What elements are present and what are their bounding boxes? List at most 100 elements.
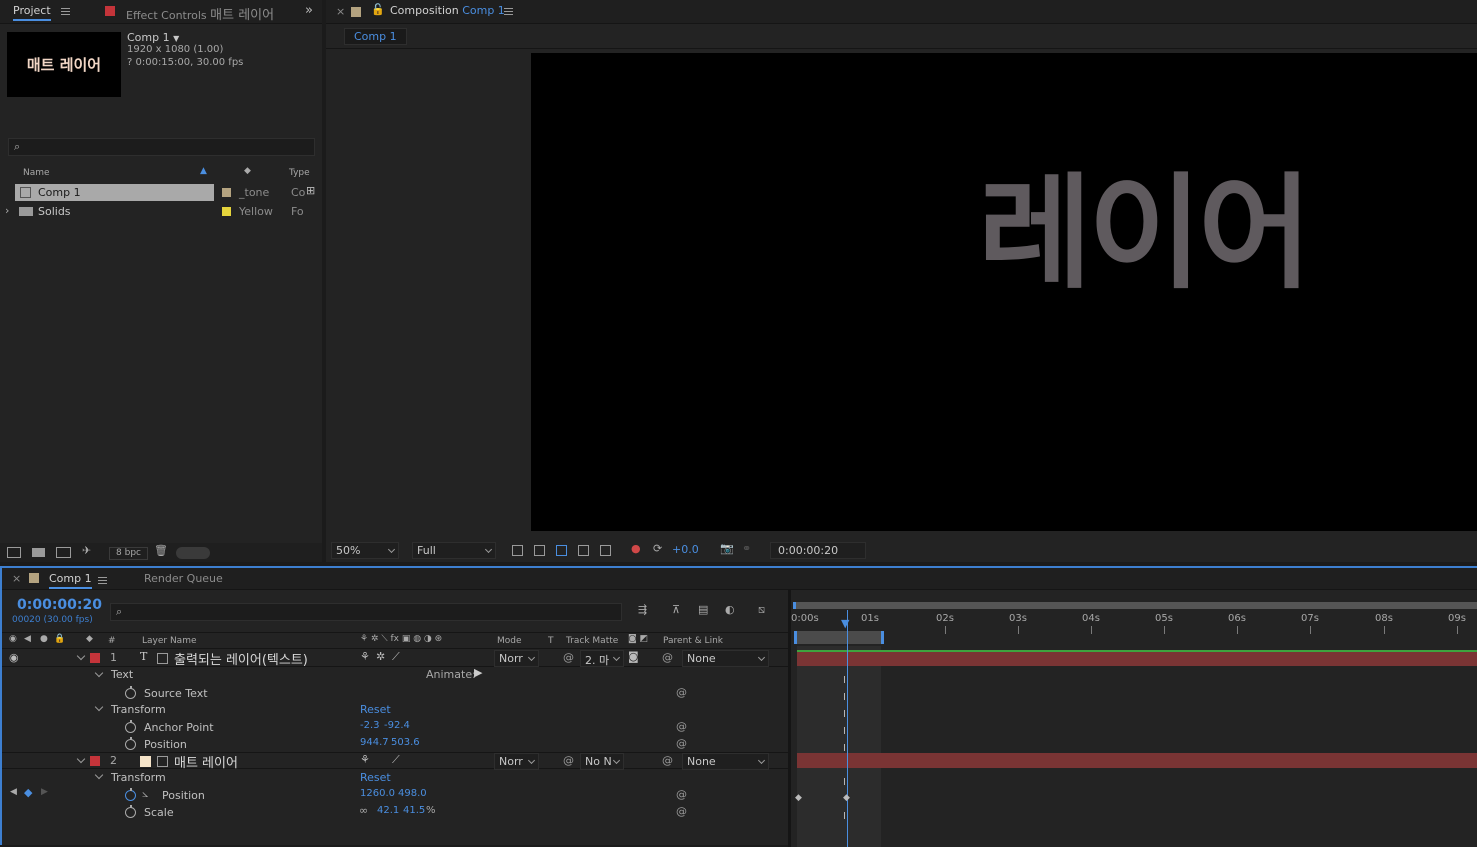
prop-transform-1[interactable]: Transform Reset: [2, 701, 789, 718]
collapse-switch-icon[interactable]: ✲: [376, 650, 385, 663]
label-tag-icon[interactable]: ◆: [244, 166, 251, 176]
expand-transform-icon[interactable]: [94, 702, 104, 712]
scale-x[interactable]: 42.1: [377, 805, 399, 816]
layer-row-2[interactable]: 2 매트 레이어 ⚘ ⟋ Norr @ No N @ None: [2, 752, 789, 771]
tab-effect-controls[interactable]: Effect Controls 매트 레이어: [126, 4, 274, 23]
column-type[interactable]: Type: [289, 168, 310, 178]
anchor-x[interactable]: -2.3: [360, 720, 380, 731]
layer-name[interactable]: 출력되는 레이어(텍스트): [174, 649, 308, 668]
add-keyframe-icon[interactable]: ◆: [24, 786, 32, 799]
layer-row-1[interactable]: ◉ 1 T 출력되는 레이어(텍스트) ⚘ ✲ ⟋ Norr @ 2. 마 ◙ …: [2, 649, 789, 668]
resolution-dropdown[interactable]: Full: [412, 542, 496, 559]
reset-link[interactable]: Reset: [360, 703, 391, 716]
constrain-proportions-icon[interactable]: ∞: [359, 804, 368, 817]
viewer-timecode[interactable]: 0:00:00:20: [770, 542, 866, 559]
composition-menu-icon[interactable]: [504, 8, 513, 15]
interpret-footage-icon[interactable]: [7, 547, 21, 558]
column-name[interactable]: Name: [23, 168, 50, 178]
keyframe-marker[interactable]: I: [843, 709, 846, 720]
close-icon[interactable]: ×: [336, 5, 345, 18]
show-snapshot-icon[interactable]: ⚭: [742, 542, 751, 555]
mask-path-visibility-icon[interactable]: [556, 545, 567, 556]
timeline-menu-icon[interactable]: [98, 577, 107, 584]
prop-scale[interactable]: Scale ∞ 42.1 41.5 % @: [2, 803, 789, 820]
layer-label-chip[interactable]: [90, 653, 100, 663]
graph-icon[interactable]: ⦣: [142, 787, 148, 801]
reset-link[interactable]: Reset: [360, 771, 391, 784]
region-of-interest-icon[interactable]: [578, 545, 589, 556]
visibility-eye-icon[interactable]: ◉: [9, 651, 19, 664]
lock-icon[interactable]: 🔓: [371, 3, 385, 16]
time-graph[interactable]: 0:00s 01s 02s 03s 04s 05s 06s 07s 08s 09…: [791, 590, 1477, 847]
matte-alpha-icon[interactable]: ◙: [628, 650, 639, 663]
work-area-bar[interactable]: [794, 631, 884, 644]
frame-blending-icon[interactable]: ◐: [725, 603, 735, 616]
pick-whip-icon[interactable]: @: [676, 686, 687, 699]
sort-ascending-icon[interactable]: ▲: [200, 166, 207, 176]
draft-3d-icon[interactable]: ⊼: [672, 603, 680, 616]
chevron-right-icon[interactable]: ›: [5, 204, 9, 217]
position-y[interactable]: 503.6: [391, 737, 420, 748]
position-x[interactable]: 944.7: [360, 737, 389, 748]
label-color-chip[interactable]: [222, 188, 231, 197]
breadcrumb[interactable]: Comp 1: [344, 28, 407, 45]
pick-whip-icon[interactable]: @: [662, 651, 673, 664]
mode-dropdown[interactable]: Norr: [494, 753, 539, 770]
prop-position-2[interactable]: ◀ ◆ ▶ ⦣ Position 1260.0 498.0 @: [2, 786, 789, 803]
trash-icon[interactable]: 🗑: [154, 544, 168, 557]
track-matte-dropdown[interactable]: 2. 마: [580, 650, 624, 667]
channels-icon[interactable]: ●: [631, 542, 641, 555]
tab-render-queue[interactable]: Render Queue: [144, 572, 223, 585]
expand-layer-icon[interactable]: [76, 651, 86, 661]
stopwatch-icon[interactable]: [125, 686, 136, 699]
current-time-indicator[interactable]: [847, 610, 848, 847]
audio-icon[interactable]: ◀: [24, 634, 31, 644]
pick-whip-icon[interactable]: @: [676, 805, 687, 818]
tab-timeline-comp1[interactable]: Comp 1: [49, 572, 92, 589]
comp-canvas[interactable]: 레이어: [531, 53, 1477, 531]
keyframe-marker[interactable]: I: [843, 743, 846, 754]
keyframe-marker[interactable]: I: [843, 726, 846, 737]
parent-dropdown[interactable]: None: [682, 650, 769, 667]
comp-name-dropdown[interactable]: Comp 1 ▼: [127, 31, 179, 44]
pick-whip-icon[interactable]: @: [676, 737, 687, 750]
tab-project[interactable]: Project: [13, 4, 51, 21]
stopwatch-icon[interactable]: [125, 737, 136, 750]
parent-dropdown[interactable]: None: [682, 753, 769, 770]
expand-transform-icon[interactable]: [94, 770, 104, 780]
quality-switch-icon[interactable]: ⟋: [392, 753, 400, 767]
prop-transform-2[interactable]: Transform Reset: [2, 769, 789, 786]
keyframe-marker[interactable]: I: [843, 811, 846, 822]
motion-blur-icon[interactable]: ⧅: [758, 603, 765, 617]
shy-switch-icon[interactable]: ⚘: [360, 753, 370, 766]
preserve-transparency-icon[interactable]: @: [563, 754, 574, 767]
project-item-comp1[interactable]: Comp 1 _tone Co ⊞: [0, 184, 322, 201]
expand-layer-icon[interactable]: [76, 754, 86, 764]
timeline-timecode[interactable]: 0:00:00:20: [17, 597, 102, 613]
thumbnail-scroller[interactable]: [176, 547, 210, 559]
grid-guides-icon[interactable]: [600, 545, 611, 556]
position-keyframe[interactable]: ◆: [843, 793, 850, 803]
stopwatch-icon[interactable]: [125, 805, 136, 818]
animate-play-icon[interactable]: ▶: [474, 666, 482, 679]
prev-keyframe-icon[interactable]: ◀: [10, 787, 17, 797]
expand-text-icon[interactable]: [94, 668, 104, 678]
keyframe-marker[interactable]: I: [843, 777, 846, 788]
snapshot-icon[interactable]: 📷: [720, 542, 734, 555]
scale-y[interactable]: 41.5: [403, 805, 425, 816]
project-item-solids[interactable]: › Solids Yellow Fo: [0, 203, 322, 220]
keyframe-marker[interactable]: I: [843, 692, 846, 703]
time-navigator[interactable]: [793, 602, 1477, 609]
composition-flowchart-icon[interactable]: ⇶: [638, 603, 647, 616]
new-composition-icon[interactable]: [56, 547, 71, 558]
new-folder-icon[interactable]: [32, 548, 45, 557]
quality-switch-icon[interactable]: ⟋: [392, 650, 400, 664]
solo-icon[interactable]: ●: [40, 634, 48, 644]
project-menu-icon[interactable]: [61, 8, 70, 15]
track-matte-dropdown[interactable]: No N: [580, 753, 624, 770]
panel-overflow-icon[interactable]: »: [305, 3, 313, 18]
position-x[interactable]: 1260.0: [360, 788, 395, 799]
shy-layers-icon[interactable]: ▤: [698, 603, 708, 616]
keyframe-marker[interactable]: I: [843, 675, 846, 686]
video-eye-icon[interactable]: ◉: [9, 634, 17, 644]
